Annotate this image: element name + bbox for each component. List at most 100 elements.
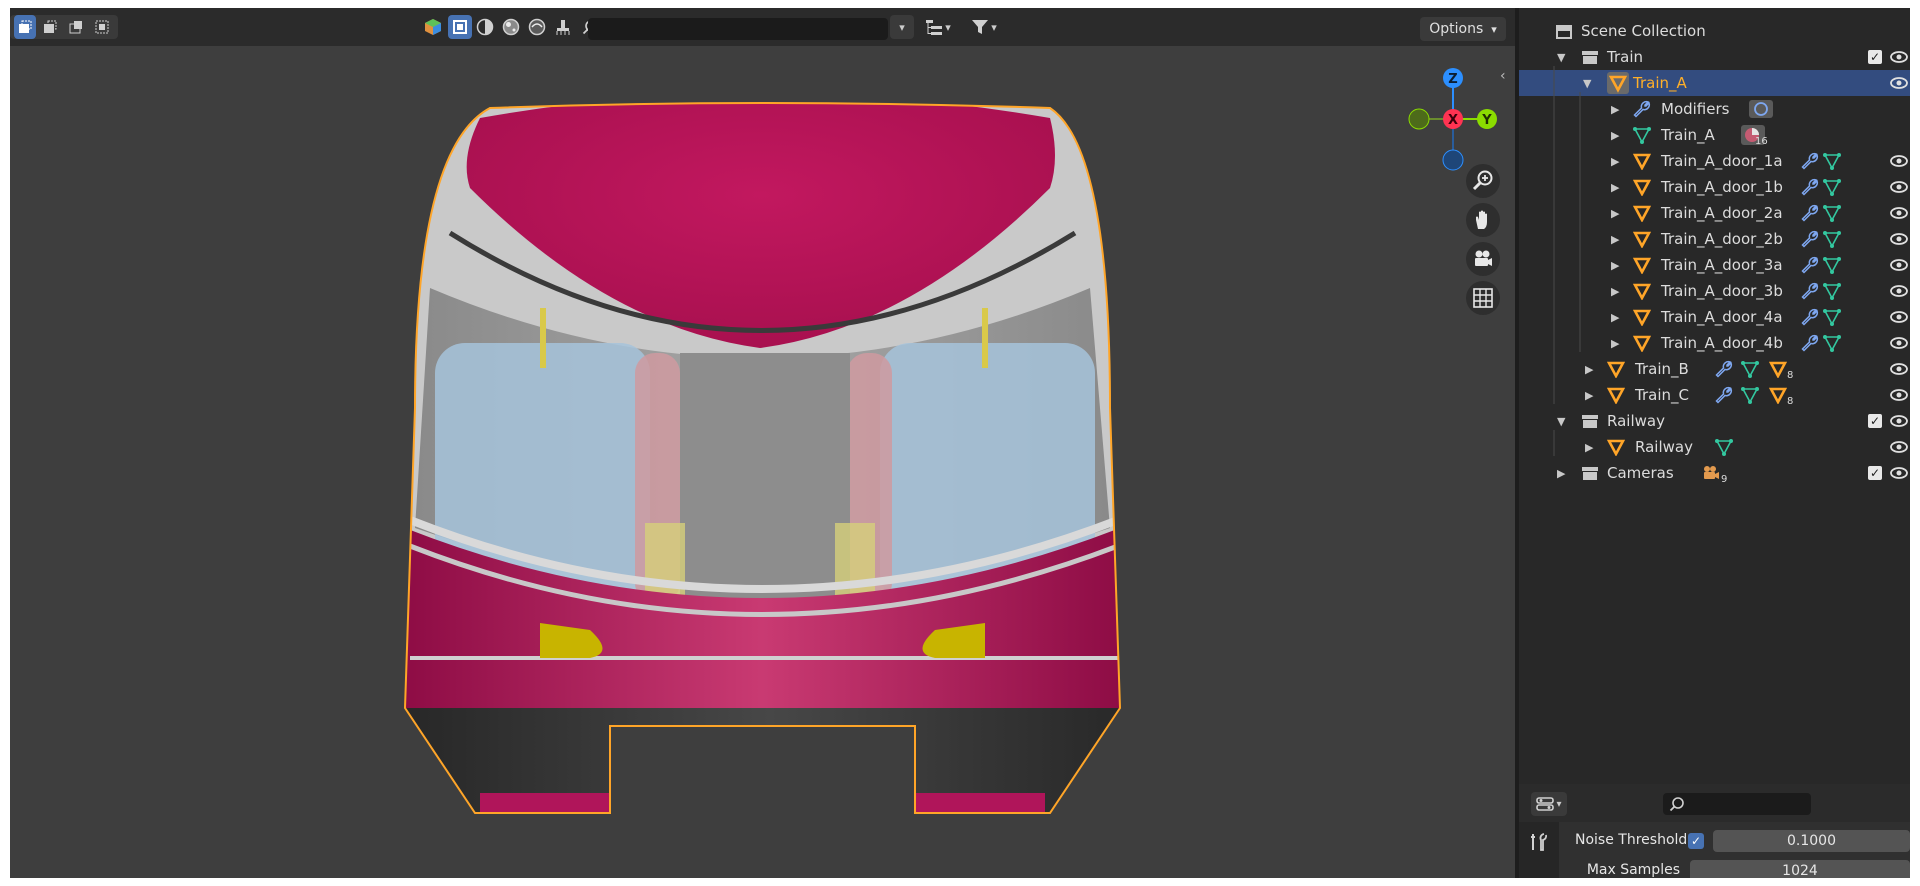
- outliner-row-train-a-object[interactable]: ▼ Train_A: [1519, 70, 1910, 96]
- expand-right-icon[interactable]: ▶: [1611, 278, 1619, 304]
- expand-right-icon[interactable]: ▶: [1557, 460, 1565, 486]
- eye-icon[interactable]: [1890, 252, 1908, 278]
- filter-dropdown-button[interactable]: ▾: [890, 15, 914, 39]
- 3d-viewport[interactable]: ▾ ▾ ▾ Options ▾ Z Y X ‹: [10, 8, 1515, 878]
- eye-icon[interactable]: [1890, 356, 1908, 382]
- wrench-icon[interactable]: [1801, 278, 1819, 304]
- eye-icon[interactable]: [1890, 200, 1908, 226]
- expand-right-icon[interactable]: ▶: [1611, 148, 1619, 174]
- viewport-search-input[interactable]: [588, 18, 888, 40]
- pan-button[interactable]: [1466, 203, 1500, 237]
- outliner-row-railway-collection[interactable]: ▼ Railway ✓: [1519, 408, 1910, 434]
- shading-rendered-button[interactable]: [552, 15, 574, 39]
- perspective-toggle-button[interactable]: [1466, 281, 1500, 315]
- outliner-row-door-3b[interactable]: ▶ Train_A_door_3b: [1519, 278, 1910, 304]
- eye-icon[interactable]: [1890, 226, 1908, 252]
- eye-icon[interactable]: [1890, 330, 1908, 356]
- sidebar-toggle-arrow[interactable]: ‹: [1500, 68, 1506, 84]
- outliner-row-door-4b[interactable]: ▶ Train_A_door_4b: [1519, 330, 1910, 356]
- expand-right-icon[interactable]: ▶: [1611, 252, 1619, 278]
- mesh-data-icon[interactable]: [1823, 252, 1841, 278]
- outliner-row-door-3a[interactable]: ▶ Train_A_door_3a: [1519, 252, 1910, 278]
- expand-right-icon[interactable]: ▶: [1585, 382, 1593, 408]
- shading-wireframe-button[interactable]: [474, 15, 496, 39]
- train-model[interactable]: [10, 8, 1515, 878]
- mesh-data-icon[interactable]: [1823, 304, 1841, 330]
- filter-button[interactable]: ▾: [964, 15, 1004, 39]
- eye-icon[interactable]: [1890, 304, 1908, 330]
- max-samples-field[interactable]: 1024: [1690, 860, 1910, 878]
- child-objects-icon[interactable]: [1769, 356, 1787, 382]
- expand-right-icon[interactable]: ▶: [1611, 200, 1619, 226]
- select-extend-mode-button[interactable]: [38, 15, 62, 39]
- eye-icon[interactable]: [1890, 382, 1908, 408]
- properties-search-box[interactable]: [1663, 793, 1811, 815]
- mesh-data-icon[interactable]: [1823, 174, 1841, 200]
- outliner-row-railway-object[interactable]: ▶ Railway: [1519, 434, 1910, 460]
- shading-solid-button[interactable]: [500, 15, 522, 39]
- neg-z-axis-handle[interactable]: [1442, 149, 1464, 171]
- toggle-xray-button[interactable]: [448, 15, 472, 39]
- outliner-row-scene-collection[interactable]: Scene Collection: [1519, 18, 1910, 44]
- outliner-row-door-2b[interactable]: ▶ Train_A_door_2b: [1519, 226, 1910, 252]
- mesh-data-icon[interactable]: [1823, 200, 1841, 226]
- expand-right-icon[interactable]: ▶: [1611, 96, 1619, 122]
- expand-right-icon[interactable]: ▶: [1611, 122, 1619, 148]
- expand-down-icon[interactable]: ▼: [1583, 70, 1591, 96]
- expand-right-icon[interactable]: ▶: [1585, 434, 1593, 460]
- hierarchy-display-button[interactable]: ▾: [918, 15, 958, 39]
- mesh-data-icon[interactable]: [1823, 226, 1841, 252]
- outliner-row-cameras-collection[interactable]: ▶ Cameras 9 ✓: [1519, 460, 1910, 486]
- options-dropdown-button[interactable]: Options ▾: [1420, 17, 1506, 41]
- outliner-row-door-1a[interactable]: ▶ Train_A_door_1a: [1519, 148, 1910, 174]
- expand-right-icon[interactable]: ▶: [1611, 304, 1619, 330]
- shading-material-button[interactable]: [526, 15, 548, 39]
- outliner-row-train-b[interactable]: ▶ Train_B 8: [1519, 356, 1910, 382]
- eye-icon[interactable]: [1890, 278, 1908, 304]
- editor-type-button[interactable]: ▾: [1531, 792, 1567, 816]
- noise-threshold-field[interactable]: 0.1000: [1713, 830, 1910, 852]
- zoom-button[interactable]: [1466, 164, 1500, 198]
- camera-view-button[interactable]: [1466, 242, 1500, 276]
- outliner-row-door-1b[interactable]: ▶ Train_A_door_1b: [1519, 174, 1910, 200]
- eye-icon[interactable]: [1890, 148, 1908, 174]
- eye-icon[interactable]: [1890, 70, 1908, 96]
- eye-icon[interactable]: [1890, 174, 1908, 200]
- select-intersect-mode-button[interactable]: [90, 15, 114, 39]
- eye-icon[interactable]: [1890, 44, 1908, 70]
- wrench-icon[interactable]: [1801, 330, 1819, 356]
- outliner-row-modifiers[interactable]: ▶ Modifiers: [1519, 96, 1910, 122]
- neg-y-axis-handle[interactable]: [1408, 108, 1430, 130]
- mesh-data-icon[interactable]: [1823, 148, 1841, 174]
- wrench-icon[interactable]: [1801, 252, 1819, 278]
- properties-search-input[interactable]: [1685, 795, 1811, 813]
- expand-right-icon[interactable]: ▶: [1611, 226, 1619, 252]
- noise-threshold-checkbox[interactable]: ✓: [1688, 833, 1704, 849]
- exclude-checkbox[interactable]: ✓: [1868, 466, 1882, 480]
- render-tab[interactable]: [1519, 822, 1559, 878]
- exclude-checkbox[interactable]: ✓: [1868, 414, 1882, 428]
- outliner-row-train-a-mesh[interactable]: ▶ Train_A 16: [1519, 122, 1910, 148]
- wrench-icon[interactable]: [1715, 382, 1733, 408]
- expand-right-icon[interactable]: ▶: [1611, 330, 1619, 356]
- outliner-row-train-c[interactable]: ▶ Train_C 8: [1519, 382, 1910, 408]
- expand-right-icon[interactable]: ▶: [1611, 174, 1619, 200]
- wrench-icon[interactable]: [1801, 226, 1819, 252]
- wrench-icon[interactable]: [1801, 200, 1819, 226]
- outliner-row-door-2a[interactable]: ▶ Train_A_door_2a: [1519, 200, 1910, 226]
- mesh-data-icon[interactable]: [1741, 356, 1759, 382]
- camera-objects-icon[interactable]: [1701, 460, 1721, 486]
- eye-icon[interactable]: [1890, 460, 1908, 486]
- outliner-row-train-collection[interactable]: ▼ Train ✓: [1519, 44, 1910, 70]
- expand-right-icon[interactable]: ▶: [1585, 356, 1593, 382]
- child-objects-icon[interactable]: [1769, 382, 1787, 408]
- object-type-visibility-button[interactable]: [422, 15, 444, 39]
- eye-icon[interactable]: [1890, 434, 1908, 460]
- expand-down-icon[interactable]: ▼: [1557, 44, 1565, 70]
- wrench-icon[interactable]: [1715, 356, 1733, 382]
- outliner-row-door-4a[interactable]: ▶ Train_A_door_4a: [1519, 304, 1910, 330]
- select-new-mode-button[interactable]: [14, 15, 36, 39]
- axis-navigation-gizmo[interactable]: Z Y X: [1395, 56, 1515, 176]
- wrench-icon[interactable]: [1801, 304, 1819, 330]
- wrench-icon[interactable]: [1801, 148, 1819, 174]
